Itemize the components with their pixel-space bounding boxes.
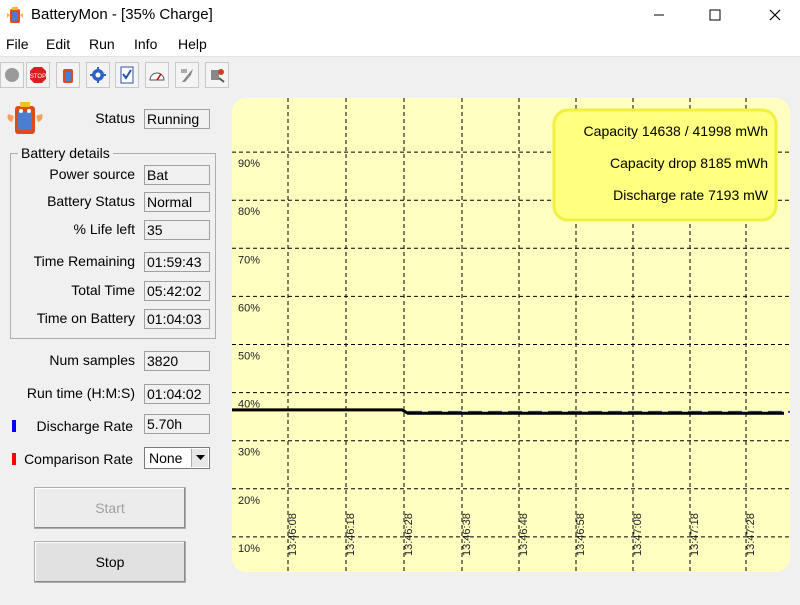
run-time-field: 01:04:02 <box>144 384 210 404</box>
x-tick-label: 13:46:48 <box>518 513 530 556</box>
record-icon <box>5 68 19 82</box>
battery-details-title: Battery details <box>18 145 113 161</box>
menu-file[interactable]: File <box>6 36 29 52</box>
maximize-button[interactable] <box>692 0 738 30</box>
menu-run[interactable]: Run <box>89 36 115 52</box>
power-source-label: Power source <box>49 166 135 182</box>
wrench-button[interactable] <box>175 62 199 88</box>
checklist-button[interactable] <box>115 62 139 88</box>
stop-button[interactable]: Stop <box>34 541 186 583</box>
comparison-rate-select[interactable]: None <box>144 447 210 469</box>
y-tick-label: 60% <box>238 302 260 314</box>
y-tick-label: 30% <box>238 447 260 459</box>
battery-status-label: Battery Status <box>47 193 135 209</box>
settings-icon <box>90 67 106 83</box>
stop-toolbar-button[interactable]: STOP <box>26 62 50 88</box>
num-samples-field: 3820 <box>144 351 210 371</box>
tools-button[interactable] <box>205 62 229 88</box>
x-tick-label: 13:46:58 <box>575 513 587 556</box>
life-left-label: % Life left <box>73 221 135 237</box>
close-icon <box>769 9 781 21</box>
time-on-battery-label: Time on Battery <box>36 310 135 326</box>
total-time-field: 05:42:02 <box>144 281 210 301</box>
discharge-rate-marker <box>12 420 16 432</box>
wrench-icon <box>181 69 193 82</box>
total-time-label: Total Time <box>71 282 135 298</box>
time-remaining-label: Time Remaining <box>33 253 135 269</box>
time-remaining-field: 01:59:43 <box>144 252 210 272</box>
discharge-rate-field: 5.70h <box>144 414 210 434</box>
x-tick-label: 13:47:08 <box>632 513 644 556</box>
x-tick-label: 13:47:28 <box>745 513 757 556</box>
gauge-button[interactable] <box>145 62 169 88</box>
y-tick-label: 50% <box>238 351 260 363</box>
chevron-down-icon <box>195 455 205 460</box>
discharge-rate-text: Discharge rate 7193 mW <box>613 187 769 203</box>
title-bar: BatteryMon - [35% Charge] <box>0 0 800 30</box>
battery-app-icon <box>7 7 23 23</box>
battery-mascot-icon <box>7 102 43 134</box>
y-tick-label: 20% <box>238 495 260 507</box>
y-tick-label: 90% <box>238 158 260 170</box>
time-on-battery-field: 01:04:03 <box>144 309 210 329</box>
battery-icon <box>63 69 73 83</box>
x-tick-label: 13:46:28 <box>403 513 415 556</box>
status-label: Status <box>95 110 135 126</box>
run-time-label: Run time (H:M:S) <box>26 385 135 401</box>
status-field: Running <box>144 109 210 129</box>
num-samples-label: Num samples <box>49 352 135 368</box>
settings-button[interactable] <box>86 62 110 88</box>
maximize-icon <box>709 9 721 21</box>
y-tick-label: 10% <box>238 543 260 555</box>
x-tick-label: 13:46:18 <box>345 513 357 556</box>
battery-chart: 90%80%70%60%50%40%30%20%10% 13:46:08 13:4… <box>232 98 790 572</box>
dropdown-button[interactable] <box>191 449 208 467</box>
capacity-text: Capacity 14638 / 41998 mWh <box>584 123 768 139</box>
menu-edit[interactable]: Edit <box>46 36 70 52</box>
comparison-rate-label: Comparison Rate <box>24 451 133 467</box>
menu-help[interactable]: Help <box>178 36 207 52</box>
life-left-field: 35 <box>144 220 210 240</box>
toolbar: STOP <box>0 60 800 90</box>
battery-button[interactable] <box>56 62 80 88</box>
y-tick-label: 80% <box>238 206 260 218</box>
x-tick-label: 13:47:18 <box>689 513 701 556</box>
battery-status-field: Normal <box>144 192 210 212</box>
comparison-rate-marker <box>12 453 16 465</box>
minimize-icon <box>654 14 664 16</box>
x-tick-label: 13:46:38 <box>461 513 473 556</box>
y-tick-label: 70% <box>238 254 260 266</box>
close-button[interactable] <box>752 0 798 30</box>
window-title: BatteryMon - [35% Charge] <box>31 6 213 23</box>
menu-info[interactable]: Info <box>134 36 157 52</box>
capacity-drop-text: Capacity drop 8185 mWh <box>610 155 768 171</box>
tools-icon <box>211 69 225 83</box>
gauge-icon <box>149 72 165 81</box>
x-tick-label: 13:46:08 <box>287 513 299 556</box>
record-button[interactable] <box>0 62 24 88</box>
y-axis-ticks: 90%80%70%60%50%40%30%20%10% <box>238 158 260 555</box>
stop-icon: STOP <box>30 67 46 83</box>
menu-bar: File Edit Run Info Help <box>0 30 800 57</box>
comparison-rate-value: None <box>149 450 183 466</box>
start-button[interactable]: Start <box>34 487 186 529</box>
checklist-icon <box>120 66 134 84</box>
svg-text:STOP: STOP <box>30 74 46 80</box>
discharge-rate-label: Discharge Rate <box>36 418 134 434</box>
minimize-button[interactable] <box>636 0 682 30</box>
power-source-field: Bat <box>144 165 210 185</box>
